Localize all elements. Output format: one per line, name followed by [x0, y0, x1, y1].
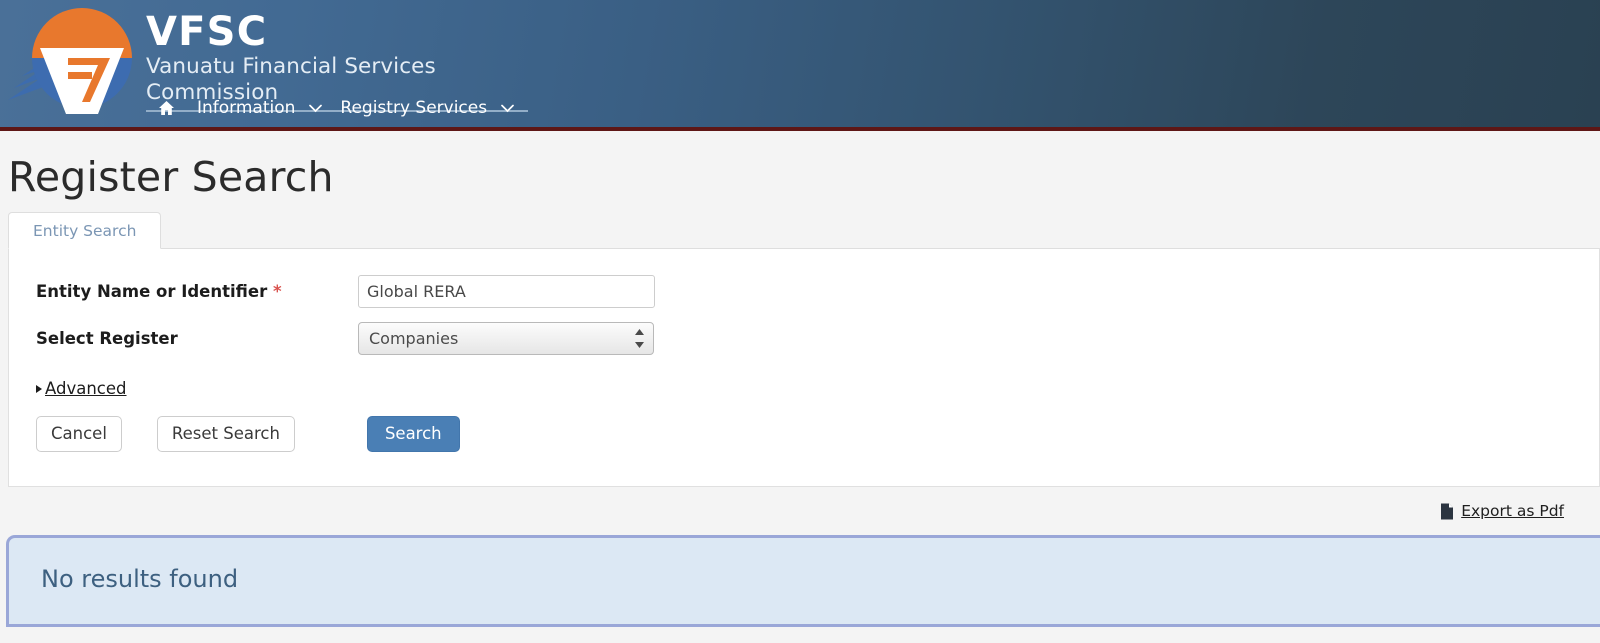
required-marker: * [272, 281, 282, 301]
select-register-row: Select Register Companies [9, 322, 1599, 355]
site-header: VFSC Vanuatu Financial Services Commissi… [0, 0, 1600, 131]
export-as-pdf-link[interactable]: Export as Pdf [1440, 502, 1564, 520]
select-register-dropdown[interactable]: Companies [358, 322, 654, 355]
advanced-toggle-link[interactable]: Advanced [45, 379, 127, 399]
cancel-button[interactable]: Cancel [36, 416, 122, 452]
search-button[interactable]: Search [366, 416, 460, 452]
entity-name-label-text: Entity Name or Identifier [36, 281, 268, 301]
tab-entity-search[interactable]: Entity Search [8, 212, 162, 249]
tab-strip: Entity Search [8, 212, 1600, 249]
advanced-row: Advanced [9, 379, 1599, 399]
entity-name-row: Entity Name or Identifier * [9, 275, 1599, 308]
select-register-shell: Companies [358, 322, 654, 355]
pdf-file-icon [1440, 503, 1454, 520]
entity-name-input[interactable] [358, 275, 655, 308]
no-results-message: No results found [41, 565, 239, 593]
page-body: Register Search Entity Search Entity Nam… [0, 131, 1600, 627]
export-bar: Export as Pdf [0, 487, 1600, 535]
nav-item-information[interactable]: Information [185, 94, 307, 122]
vfsc-logo-icon[interactable] [6, 2, 142, 120]
no-results-alert: No results found [6, 535, 1600, 627]
reset-search-button[interactable]: Reset Search [156, 416, 295, 452]
brand-acronym: VFSC [146, 9, 268, 55]
page-title: Register Search [8, 153, 334, 201]
chevron-down-icon[interactable] [499, 104, 520, 113]
select-register-label: Select Register [36, 328, 178, 348]
entity-name-label: Entity Name or Identifier * [36, 281, 358, 303]
export-as-pdf-label: Export as Pdf [1461, 502, 1564, 520]
search-form-card: Entity Name or Identifier * Select Regis… [8, 248, 1600, 487]
main-navigation: Information Registry Services [148, 94, 520, 122]
form-button-row: Cancel Reset Search Search [9, 416, 1599, 452]
nav-home-link[interactable] [148, 100, 185, 116]
chevron-down-icon[interactable] [307, 104, 328, 113]
home-icon [158, 100, 175, 116]
nav-item-registry-services[interactable]: Registry Services [328, 94, 499, 122]
disclosure-triangle-right-icon[interactable] [36, 385, 42, 393]
